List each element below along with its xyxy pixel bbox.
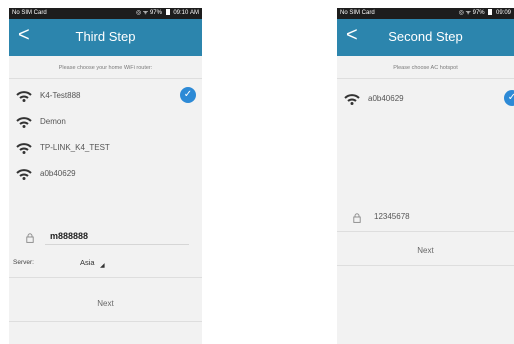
divider [337, 265, 514, 266]
wifi-icon [16, 169, 32, 180]
status-indicators: ◎ ᯤ 97% 09:09 [459, 8, 511, 19]
password-field[interactable]: 12345678 [337, 208, 514, 228]
next-button[interactable]: Next [9, 299, 202, 308]
network-item-tp-link-k4-test[interactable]: TP-LINK_K4_TEST [16, 139, 202, 157]
wifi-icon [344, 94, 360, 105]
page-title: Second Step [388, 29, 463, 44]
network-item-k4-test888[interactable]: K4-Test888 [16, 87, 202, 105]
selected-check-icon: ✓ [180, 87, 196, 103]
network-ssid: Demon [40, 117, 66, 126]
battery-percent: 97% [472, 10, 485, 16]
network-ssid: K4-Test888 [40, 91, 81, 100]
network-item-demon[interactable]: Demon [16, 113, 202, 131]
clock: 09:10 AM [173, 10, 199, 16]
network-item-a0b40629[interactable]: a0b40629 [16, 165, 202, 183]
network-ssid: a0b40629 [40, 169, 76, 178]
status-bar: No SIM Card ◎ ᯤ 97% 09:09 [337, 8, 514, 19]
battery-icon [488, 9, 493, 15]
signal-icon: ◎ ᯤ [458, 10, 471, 16]
network-ssid: TP-LINK_K4_TEST [40, 143, 110, 152]
server-row: Server: Asia ◢ [9, 255, 202, 275]
carrier-label: No SIM Card [12, 10, 47, 16]
second-step-screen: No SIM Card ◎ ᯤ 97% 09:09 < Second Step … [337, 8, 514, 344]
lock-icon [353, 213, 361, 223]
divider [337, 78, 514, 79]
divider [337, 231, 514, 232]
wifi-icon [16, 117, 32, 128]
server-select[interactable]: Asia [80, 258, 95, 267]
carrier-label: No SIM Card [340, 10, 375, 16]
battery-percent: 97% [149, 10, 162, 16]
app-header: < Third Step [9, 19, 202, 56]
status-bar: No SIM Card ◎ ᯤ 97% 09:10 AM [9, 8, 202, 19]
app-header: < Second Step [337, 19, 514, 56]
password-underline [45, 244, 189, 245]
page-title: Third Step [75, 29, 136, 44]
password-value: m888888 [50, 231, 89, 241]
dropdown-corner-icon: ◢ [100, 263, 105, 269]
lock-icon [26, 233, 34, 243]
server-label: Server: [13, 259, 34, 266]
divider [9, 321, 202, 322]
password-field[interactable]: m888888 [9, 228, 202, 248]
choose-router-prompt: Please choose your home WiFi router: [58, 65, 153, 71]
wifi-icon [16, 143, 32, 154]
divider [9, 78, 202, 79]
divider [9, 277, 202, 278]
signal-icon: ◎ ᯤ [135, 10, 149, 16]
password-value: 12345678 [374, 212, 410, 221]
choose-hotspot-prompt: Please choose AC hotspot [393, 65, 458, 71]
network-item-a0b40629[interactable]: a0b40629 [344, 90, 514, 108]
wifi-icon [16, 91, 32, 102]
selected-check-icon: ✓ [504, 90, 514, 106]
clock: 09:09 [495, 10, 511, 16]
third-step-screen: No SIM Card ◎ ᯤ 97% 09:10 AM < Third Ste… [9, 8, 202, 344]
status-indicators: ◎ ᯤ 97% 09:10 AM [136, 8, 199, 19]
next-button[interactable]: Next [337, 246, 514, 255]
battery-icon [165, 9, 170, 15]
network-ssid: a0b40629 [368, 94, 404, 103]
